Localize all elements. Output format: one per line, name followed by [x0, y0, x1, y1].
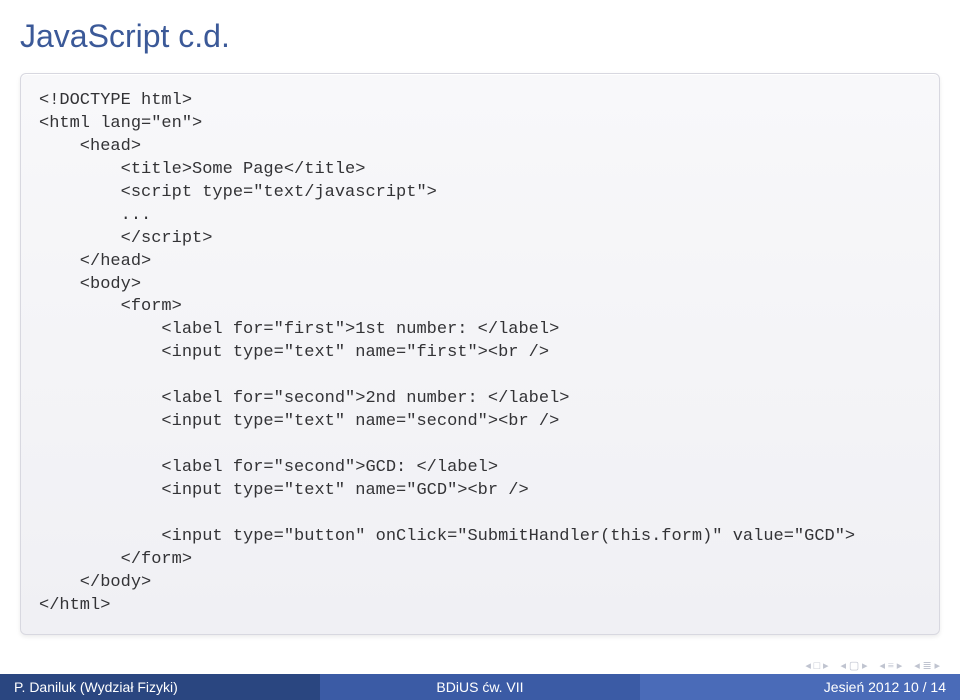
- nav-symbols: ◂ □ ▸ ◂ ▢ ▸ ◂ ≡ ▸ ◂ ≣ ▸: [805, 659, 940, 672]
- footer-course: BDiUS ćw. VII: [320, 674, 640, 700]
- nav-prev-icon2: ◂ ▢ ▸: [841, 659, 868, 672]
- footer-page: Jesień 2012 10 / 14: [640, 674, 960, 700]
- slide-title: JavaScript c.d.: [0, 0, 960, 65]
- nav-next-icon: ◂ ≡ ▸: [879, 659, 902, 672]
- footer: P. Daniluk (Wydział Fizyki) BDiUS ćw. VI…: [0, 674, 960, 700]
- footer-author: P. Daniluk (Wydział Fizyki): [0, 674, 320, 700]
- nav-next-icon2: ◂ ≣ ▸: [914, 659, 940, 672]
- code-content: <!DOCTYPE html> <html lang="en"> <head> …: [39, 90, 921, 618]
- code-block: <!DOCTYPE html> <html lang="en"> <head> …: [20, 73, 940, 635]
- nav-prev-icon: ◂ □ ▸: [805, 659, 828, 672]
